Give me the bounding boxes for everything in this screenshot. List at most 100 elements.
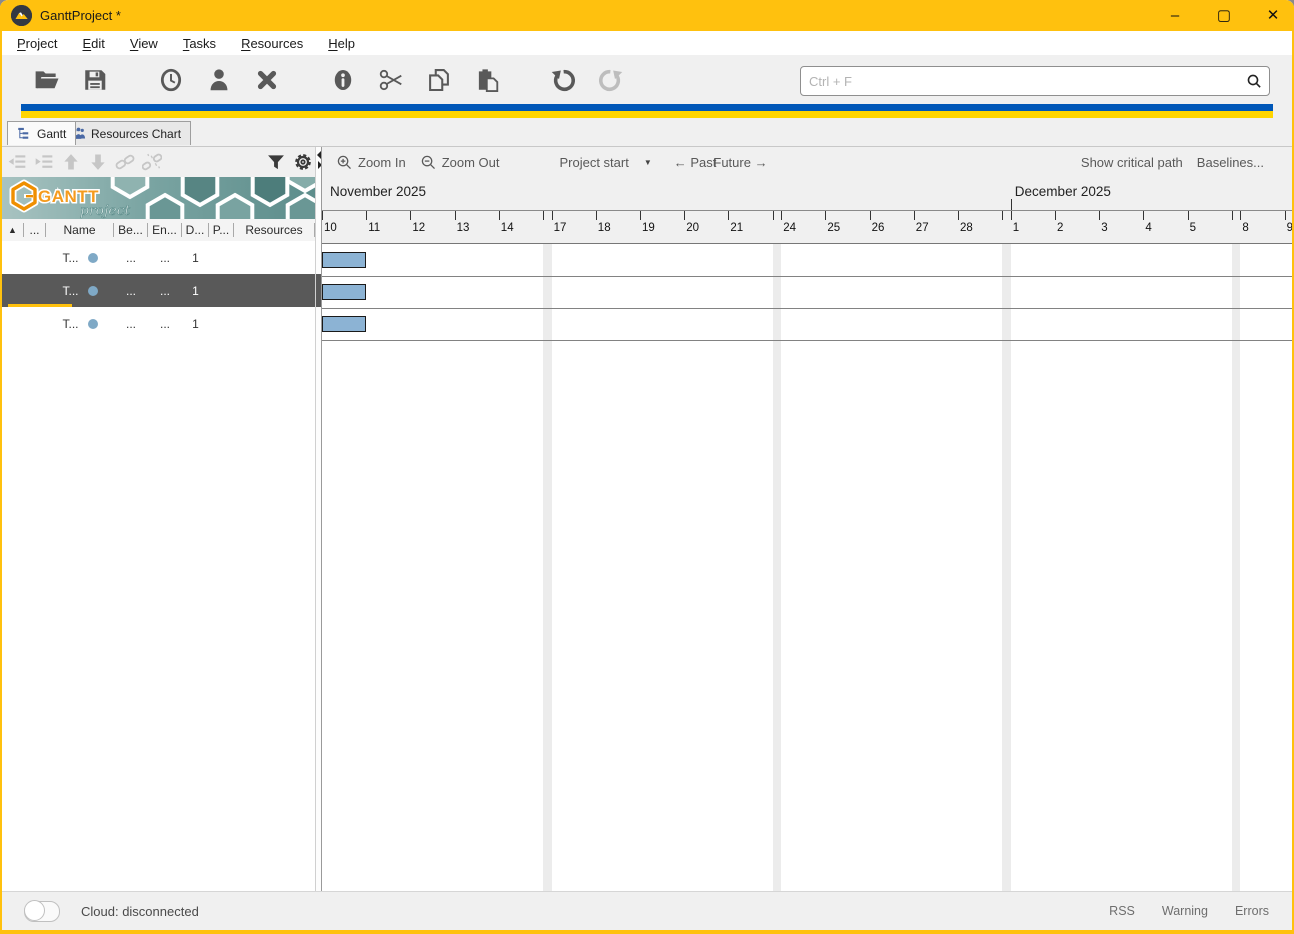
zoom-out-button[interactable]: Zoom Out (420, 154, 500, 171)
new-resource-button[interactable] (205, 66, 233, 94)
status-link-warning[interactable]: Warning (1162, 904, 1208, 918)
search-box[interactable] (800, 66, 1270, 96)
settings-gear-button[interactable] (291, 151, 315, 173)
month-boundary-tick (1011, 199, 1012, 210)
month-label: November 2025 (330, 184, 426, 199)
cloud-toggle[interactable] (24, 901, 60, 922)
timeline-day-cell: 18 (596, 211, 640, 244)
timeline-day-cell: 8 (1240, 211, 1284, 244)
new-task-button[interactable] (157, 66, 185, 94)
timeline-day-cell: 5 (1188, 211, 1232, 244)
task-duration-cell: 1 (182, 317, 209, 331)
paste-button[interactable] (473, 66, 501, 94)
column-header-name[interactable]: Name (46, 223, 114, 237)
task-begin-cell: ... (114, 251, 148, 265)
move-task-down-button (86, 151, 110, 173)
table-row[interactable]: T.........1 (2, 307, 315, 340)
column-header-en[interactable]: En... (148, 223, 182, 237)
timeline-day-cell: 27 (914, 211, 958, 244)
cut-button[interactable] (377, 66, 405, 94)
timeline-day-cell: 21 (728, 211, 772, 244)
main-toolbar (2, 55, 1292, 104)
timeline-day-cell: 25 (825, 211, 869, 244)
timeline-day-cell: 9 (1285, 211, 1292, 244)
month-label: December 2025 (1015, 184, 1111, 199)
search-icon[interactable] (1246, 73, 1262, 89)
undo-button[interactable] (549, 66, 577, 94)
status-link-errors[interactable]: Errors (1235, 904, 1269, 918)
column-header-d[interactable]: D... (182, 223, 209, 237)
task-tree-toolbar (2, 147, 315, 177)
save-project-button[interactable] (81, 66, 109, 94)
timeline-day-cell: 11 (366, 211, 410, 244)
maximize-button[interactable]: ▢ (1215, 0, 1233, 31)
table-row[interactable]: T.........1 (2, 274, 315, 307)
menu-edit[interactable]: Edit (75, 34, 111, 53)
timeline-day-cell: 20 (684, 211, 728, 244)
search-input[interactable] (801, 74, 1246, 89)
timeline-day-cell: 28 (958, 211, 1002, 244)
chart-body[interactable] (322, 244, 1292, 892)
table-row[interactable]: T.........1 (2, 241, 315, 274)
tab-resources-chart[interactable]: Resources Chart (61, 121, 191, 145)
timeline-day-cell: 4 (1143, 211, 1187, 244)
task-table-header: ▲...NameBe...En...D...P...Resources (2, 219, 315, 242)
chevron-down-icon: ▼ (644, 158, 652, 167)
task-bar[interactable] (322, 316, 366, 332)
gantt-chart-panel: Zoom In Zoom Out Project start ▼ ← Past … (321, 147, 1292, 892)
menu-tasks[interactable]: Tasks (176, 34, 223, 53)
timeline-day-cell: 1 (1011, 211, 1055, 244)
tab-gantt-label: Gantt (37, 127, 66, 141)
menu-resources[interactable]: Resources (234, 34, 310, 53)
column-header-be[interactable]: Be... (114, 223, 148, 237)
task-bar[interactable] (322, 284, 366, 300)
baselines-button[interactable]: Baselines... (1197, 155, 1264, 170)
scroll-past-button[interactable]: ← Past (674, 155, 717, 170)
timeline-day-cell: 10 (322, 211, 366, 244)
task-table-rows: T.........1T.........1T.........1 (2, 241, 315, 340)
zoom-in-button[interactable]: Zoom In (336, 154, 406, 171)
properties-button[interactable] (329, 66, 357, 94)
timeline-weekend-cell (773, 211, 782, 244)
task-bar[interactable] (322, 252, 366, 268)
project-start-dropdown[interactable]: Project start ▼ (559, 155, 651, 170)
flag-stripe-blue (21, 104, 1273, 111)
task-end-cell: ... (148, 284, 182, 298)
minimize-button[interactable]: – (1166, 0, 1184, 31)
menu-help[interactable]: Help (321, 34, 362, 53)
close-button[interactable]: ✕ (1264, 0, 1282, 31)
tab-gantt[interactable]: Gantt (7, 121, 76, 145)
timeline-day-cell: 13 (455, 211, 499, 244)
column-header-p[interactable]: P... (209, 223, 234, 237)
weekend-band (1232, 244, 1241, 892)
menu-view[interactable]: View (123, 34, 165, 53)
column-header-resources[interactable]: Resources (234, 223, 315, 237)
menu-project[interactable]: Project (10, 34, 64, 53)
status-link-rss[interactable]: RSS (1109, 904, 1135, 918)
timeline-day-cell: 3 (1099, 211, 1143, 244)
column-header-[interactable]: ▲ (2, 223, 24, 237)
scroll-future-button[interactable]: Future → (713, 155, 767, 170)
task-color-dot (88, 286, 98, 296)
timeline-day-cell: 12 (410, 211, 454, 244)
column-header-[interactable]: ... (24, 223, 46, 237)
zoom-out-icon (420, 154, 437, 171)
chart-row-separator (322, 308, 1292, 309)
task-begin-cell: ... (114, 317, 148, 331)
timeline-weekend-cell (1002, 211, 1011, 244)
open-project-button[interactable] (33, 66, 61, 94)
task-end-cell: ... (148, 317, 182, 331)
delete-button[interactable] (253, 66, 281, 94)
weekend-band (543, 244, 552, 892)
show-critical-path-button[interactable]: Show critical path (1081, 155, 1183, 170)
copy-button[interactable] (425, 66, 453, 94)
chart-row-separator (322, 276, 1292, 277)
cloud-status-label: Cloud: disconnected (81, 904, 199, 919)
toggle-knob (24, 900, 45, 921)
filter-button[interactable] (264, 151, 288, 173)
weekend-band (773, 244, 782, 892)
zoom-in-icon (336, 154, 353, 171)
tab-resources-chart-label: Resources Chart (91, 127, 181, 141)
task-name-cell: T... (46, 251, 114, 265)
gantt-tab-icon (17, 126, 32, 141)
